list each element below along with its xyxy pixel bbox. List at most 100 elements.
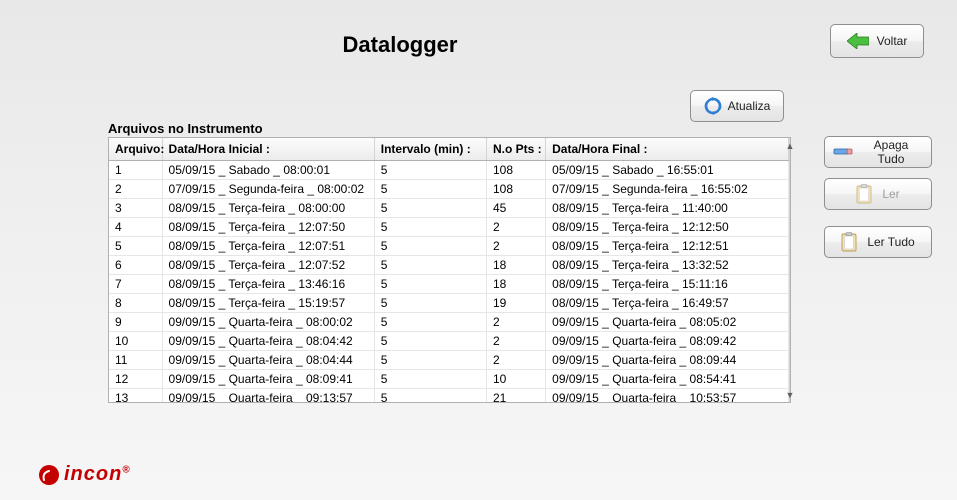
cell-pts: 108 — [486, 180, 545, 199]
cell-pts: 10 — [486, 370, 545, 389]
arrow-left-icon — [847, 33, 869, 49]
section-label: Arquivos no Instrumento — [108, 121, 263, 136]
col-intervalo-header[interactable]: Intervalo (min) : — [374, 138, 486, 161]
atualiza-label: Atualiza — [728, 99, 771, 113]
col-final-header[interactable]: Data/Hora Final : — [546, 138, 789, 161]
cell-intervalo: 5 — [374, 351, 486, 370]
table-row[interactable]: 1009/09/15 _ Quarta-feira _ 08:04:425209… — [109, 332, 789, 351]
cell-final: 09/09/15 _ Quarta-feira _ 10:53:57 — [546, 389, 789, 403]
cell-final: 08/09/15 _ Terça-feira _ 11:40:00 — [546, 199, 789, 218]
cell-final: 09/09/15 _ Quarta-feira _ 08:09:42 — [546, 332, 789, 351]
cell-intervalo: 5 — [374, 313, 486, 332]
cell-pts: 21 — [486, 389, 545, 403]
eraser-icon — [833, 146, 853, 158]
cell-pts: 18 — [486, 275, 545, 294]
cell-inicial: 09/09/15 _ Quarta-feira _ 09:13:57 — [162, 389, 374, 403]
table-row[interactable]: 408/09/15 _ Terça-feira _ 12:07:505208/0… — [109, 218, 789, 237]
vertical-scrollbar[interactable]: ▲ ▼ — [789, 138, 790, 402]
ler-label: Ler — [882, 187, 899, 201]
cell-final: 09/09/15 _ Quarta-feira _ 08:54:41 — [546, 370, 789, 389]
cell-intervalo: 5 — [374, 180, 486, 199]
cell-intervalo: 5 — [374, 389, 486, 403]
cell-pts: 18 — [486, 256, 545, 275]
cell-pts: 2 — [486, 351, 545, 370]
cell-arquivo: 8 — [109, 294, 162, 313]
file-table[interactable]: Arquivo: Data/Hora Inicial : Intervalo (… — [109, 138, 789, 402]
table-row[interactable]: 308/09/15 _ Terça-feira _ 08:00:0054508/… — [109, 199, 789, 218]
cell-pts: 2 — [486, 332, 545, 351]
cell-final: 08/09/15 _ Terça-feira _ 13:32:52 — [546, 256, 789, 275]
cell-pts: 2 — [486, 313, 545, 332]
cell-intervalo: 5 — [374, 275, 486, 294]
cell-inicial: 08/09/15 _ Terça-feira _ 15:19:57 — [162, 294, 374, 313]
cell-inicial: 09/09/15 _ Quarta-feira _ 08:04:44 — [162, 351, 374, 370]
table-row[interactable]: 508/09/15 _ Terça-feira _ 12:07:515208/0… — [109, 237, 789, 256]
table-row[interactable]: 708/09/15 _ Terça-feira _ 13:46:1651808/… — [109, 275, 789, 294]
table-row[interactable]: 1309/09/15 _ Quarta-feira _ 09:13:575210… — [109, 389, 789, 403]
cell-final: 05/09/15 _ Sabado _ 16:55:01 — [546, 161, 789, 180]
cell-pts: 2 — [486, 218, 545, 237]
cell-pts: 2 — [486, 237, 545, 256]
cell-inicial: 05/09/15 _ Sabado _ 08:00:01 — [162, 161, 374, 180]
cell-intervalo: 5 — [374, 161, 486, 180]
apaga-tudo-button[interactable]: Apaga Tudo — [824, 136, 932, 168]
cell-arquivo: 11 — [109, 351, 162, 370]
cell-pts: 19 — [486, 294, 545, 313]
cell-arquivo: 7 — [109, 275, 162, 294]
table-row[interactable]: 1109/09/15 _ Quarta-feira _ 08:04:445209… — [109, 351, 789, 370]
ler-tudo-button[interactable]: Ler Tudo — [824, 226, 932, 258]
brand-name: incon® — [64, 463, 131, 486]
cell-final: 08/09/15 _ Terça-feira _ 15:11:16 — [546, 275, 789, 294]
cell-final: 09/09/15 _ Quarta-feira _ 08:05:02 — [546, 313, 789, 332]
cell-arquivo: 12 — [109, 370, 162, 389]
col-arquivo-header[interactable]: Arquivo: — [109, 138, 162, 161]
cell-inicial: 09/09/15 _ Quarta-feira _ 08:09:41 — [162, 370, 374, 389]
cell-inicial: 08/09/15 _ Terça-feira _ 12:07:51 — [162, 237, 374, 256]
col-pts-header[interactable]: N.o Pts : — [486, 138, 545, 161]
cell-intervalo: 5 — [374, 256, 486, 275]
ler-tudo-label: Ler Tudo — [867, 235, 914, 249]
cell-intervalo: 5 — [374, 237, 486, 256]
cell-arquivo: 13 — [109, 389, 162, 403]
cell-arquivo: 4 — [109, 218, 162, 237]
cell-inicial: 08/09/15 _ Terça-feira _ 08:00:00 — [162, 199, 374, 218]
clipboard-icon — [841, 232, 857, 252]
table-row[interactable]: 608/09/15 _ Terça-feira _ 12:07:5251808/… — [109, 256, 789, 275]
cell-inicial: 08/09/15 _ Terça-feira _ 13:46:16 — [162, 275, 374, 294]
cell-inicial: 08/09/15 _ Terça-feira _ 12:07:50 — [162, 218, 374, 237]
cell-intervalo: 5 — [374, 332, 486, 351]
cell-intervalo: 5 — [374, 218, 486, 237]
table-row[interactable]: 105/09/15 _ Sabado _ 08:00:01510805/09/1… — [109, 161, 789, 180]
voltar-button[interactable]: Voltar — [830, 24, 924, 58]
cell-arquivo: 2 — [109, 180, 162, 199]
cell-final: 08/09/15 _ Terça-feira _ 12:12:51 — [546, 237, 789, 256]
cell-arquivo: 10 — [109, 332, 162, 351]
table-row[interactable]: 808/09/15 _ Terça-feira _ 15:19:5751908/… — [109, 294, 789, 313]
table-header-row: Arquivo: Data/Hora Inicial : Intervalo (… — [109, 138, 789, 161]
file-table-container: Arquivo: Data/Hora Inicial : Intervalo (… — [108, 137, 791, 403]
cell-arquivo: 9 — [109, 313, 162, 332]
table-row[interactable]: 207/09/15 _ Segunda-feira _ 08:00:025108… — [109, 180, 789, 199]
cell-arquivo: 5 — [109, 237, 162, 256]
cell-final: 09/09/15 _ Quarta-feira _ 08:09:44 — [546, 351, 789, 370]
atualiza-button[interactable]: Atualiza — [690, 90, 784, 122]
voltar-label: Voltar — [877, 34, 908, 48]
apaga-tudo-label: Apaga Tudo — [859, 138, 923, 166]
cell-final: 08/09/15 _ Terça-feira _ 16:49:57 — [546, 294, 789, 313]
cell-arquivo: 3 — [109, 199, 162, 218]
cell-inicial: 07/09/15 _ Segunda-feira _ 08:00:02 — [162, 180, 374, 199]
cell-inicial: 08/09/15 _ Terça-feira _ 12:07:52 — [162, 256, 374, 275]
logo-icon — [38, 464, 60, 486]
cell-final: 08/09/15 _ Terça-feira _ 12:12:50 — [546, 218, 789, 237]
cell-intervalo: 5 — [374, 294, 486, 313]
ler-button[interactable]: Ler — [824, 178, 932, 210]
clipboard-icon — [856, 184, 872, 204]
cell-pts: 45 — [486, 199, 545, 218]
cell-inicial: 09/09/15 _ Quarta-feira _ 08:04:42 — [162, 332, 374, 351]
cell-pts: 108 — [486, 161, 545, 180]
table-row[interactable]: 1209/09/15 _ Quarta-feira _ 08:09:415100… — [109, 370, 789, 389]
page-title: Datalogger — [0, 32, 800, 58]
table-row[interactable]: 909/09/15 _ Quarta-feira _ 08:00:025209/… — [109, 313, 789, 332]
cell-inicial: 09/09/15 _ Quarta-feira _ 08:00:02 — [162, 313, 374, 332]
col-inicial-header[interactable]: Data/Hora Inicial : — [162, 138, 374, 161]
